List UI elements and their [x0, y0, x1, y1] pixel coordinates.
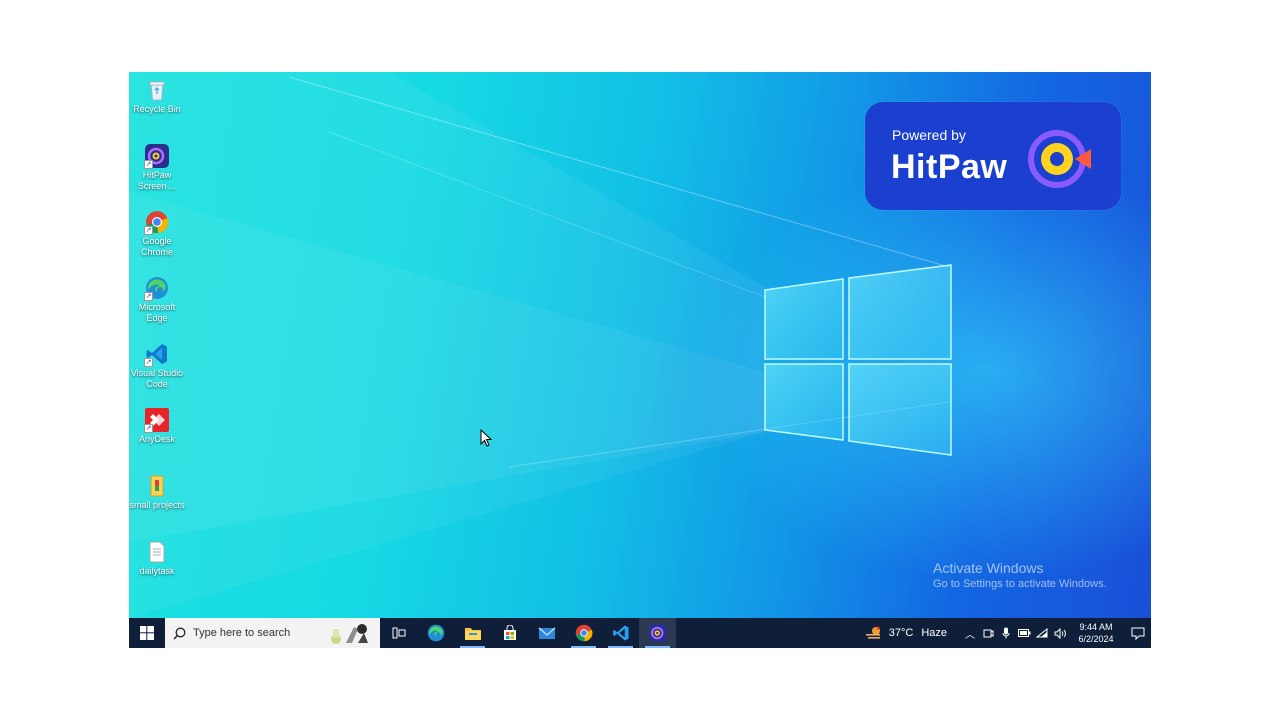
activate-windows-watermark: Activate Windows Go to Settings to activ… [933, 560, 1107, 590]
edge-icon [427, 624, 444, 642]
shortcut-arrow-icon: ↗ [144, 358, 153, 367]
hitpaw-icon: ↗ [144, 144, 169, 169]
desktop-icon-label: small projects [129, 500, 185, 510]
notification-center-button[interactable] [1125, 618, 1151, 648]
mail-icon [538, 627, 555, 639]
taskbar-app-vscode[interactable] [602, 618, 639, 648]
taskbar-clock[interactable]: 9:44 AM 6/2/2024 [1073, 621, 1119, 645]
taskbar-search-box[interactable]: Type here to search [165, 618, 380, 648]
microphone-icon [1002, 627, 1010, 639]
weather-widget[interactable]: 37°C Haze [865, 625, 947, 641]
show-hidden-icons-button[interactable]: ︿ [961, 618, 979, 648]
hitpaw-brand-text: HitPaw [891, 148, 1008, 186]
taskbar-app-edge[interactable] [417, 618, 454, 648]
notification-icon [1131, 627, 1145, 640]
activate-subtitle: Go to Settings to activate Windows. [933, 578, 1107, 590]
weather-condition: Haze [921, 627, 947, 639]
activate-title: Activate Windows [933, 560, 1044, 576]
task-view-icon [392, 627, 405, 639]
start-button[interactable] [129, 618, 165, 648]
wifi-icon [1036, 628, 1048, 638]
desktop-icon-dailytask[interactable]: dailytask [129, 540, 185, 577]
hitpaw-logo-icon [1028, 130, 1091, 188]
clock-time: 9:44 AM [1079, 622, 1113, 632]
recycle-bin-icon [145, 78, 169, 102]
taskbar-app-store[interactable] [491, 618, 528, 648]
mouse-cursor-icon [480, 429, 492, 447]
desktop-icon-hitpaw[interactable]: ↗ HitPaw Screen ... [129, 144, 185, 192]
clock-date: 6/2/2024 [1078, 634, 1114, 644]
desktop-icon-label: HitPaw Screen ... [137, 170, 177, 191]
taskbar-app-file-explorer[interactable] [454, 618, 491, 648]
shortcut-arrow-icon: ↗ [144, 226, 153, 235]
desktop-icon-chrome[interactable]: ↗ Google Chrome [129, 210, 185, 258]
desktop-icon-label: Microsoft Edge [138, 302, 176, 323]
store-icon [503, 625, 516, 640]
anydesk-icon: ↗ [144, 408, 169, 433]
hitpaw-icon [648, 624, 667, 642]
taskbar-app-mail[interactable] [528, 618, 565, 648]
windows-logo-icon [140, 626, 154, 640]
shortcut-arrow-icon: ↗ [144, 292, 153, 301]
hitpaw-watermark: Powered by HitPaw [865, 102, 1121, 210]
search-placeholder: Type here to search [193, 627, 291, 639]
meet-now-icon [983, 629, 993, 637]
desktop-icon-label: Visual Studio Code [130, 368, 184, 389]
tray-microphone-button[interactable] [997, 618, 1015, 648]
folder-icon [145, 474, 169, 498]
chevron-up-icon: ︿ [965, 629, 975, 641]
tray-meet-now-button[interactable] [979, 618, 997, 648]
text-file-icon [145, 540, 169, 564]
task-view-button[interactable] [380, 618, 417, 648]
powered-by-text: Powered by [892, 127, 966, 143]
tray-network-button[interactable] [1033, 618, 1051, 648]
vscode-icon: ↗ [144, 342, 169, 367]
desktop-icon-anydesk[interactable]: ↗ AnyDesk [129, 408, 185, 445]
desktop-icon-label: dailytask [139, 566, 175, 576]
taskbar: Type here to search 37°C Haze ︿ 9:44 AM … [129, 618, 1151, 648]
edge-icon: ↗ [144, 276, 169, 301]
search-icon [173, 627, 186, 640]
shortcut-arrow-icon: ↗ [144, 424, 153, 433]
chrome-icon [575, 624, 592, 642]
shortcut-arrow-icon: ↗ [144, 160, 153, 169]
desktop-icon-small-projects[interactable]: small projects [129, 474, 185, 511]
vscode-icon [612, 625, 628, 641]
desktop-icon-edge[interactable]: ↗ Microsoft Edge [129, 276, 185, 324]
taskbar-app-chrome[interactable] [565, 618, 602, 648]
tray-battery-button[interactable] [1015, 618, 1033, 648]
system-tray: 37°C Haze ︿ 9:44 AM 6/2/2024 [865, 618, 1151, 648]
desktop-icon-recycle-bin[interactable]: Recycle Bin [129, 78, 185, 115]
speaker-icon [1054, 627, 1066, 639]
weather-haze-icon [865, 626, 880, 639]
desktop-icon-label: AnyDesk [138, 434, 175, 444]
tray-volume-button[interactable] [1051, 618, 1069, 648]
chrome-icon: ↗ [144, 210, 169, 235]
desktop-icon-vscode[interactable]: ↗ Visual Studio Code [129, 342, 185, 390]
search-highlight-icon [331, 624, 368, 644]
file-explorer-icon [464, 628, 481, 640]
desktop-icon-label: Google Chrome [140, 236, 173, 257]
weather-temperature: 37°C [888, 627, 914, 639]
taskbar-app-hitpaw[interactable] [639, 618, 676, 648]
desktop-icon-label: Recycle Bin [133, 104, 181, 114]
battery-icon [1017, 629, 1030, 637]
desktop-screen: Recycle Bin ↗ HitPaw Screen ... ↗ Google… [129, 72, 1151, 648]
